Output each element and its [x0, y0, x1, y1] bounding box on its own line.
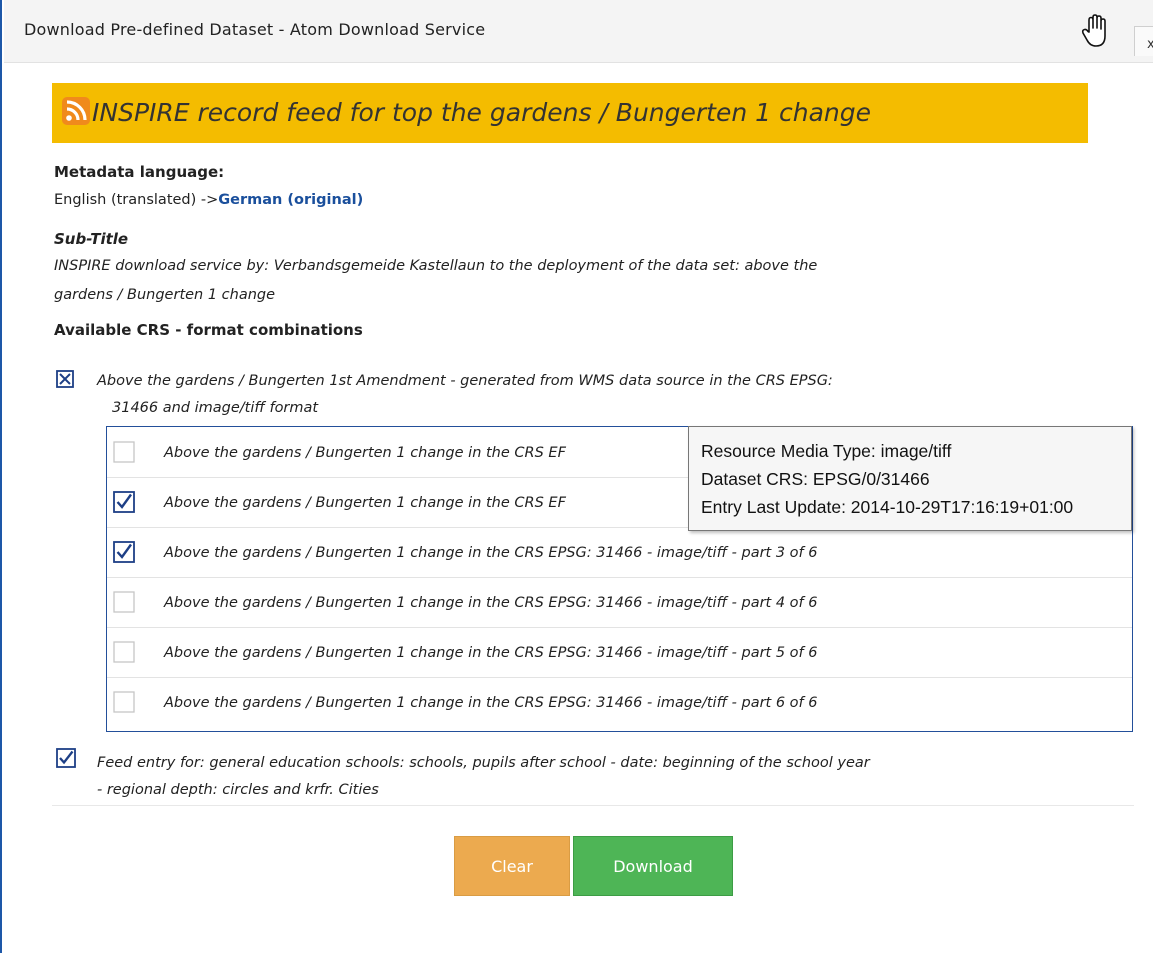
dialog-title: Download Pre-defined Dataset - Atom Down… — [24, 20, 486, 39]
part-label: Above the gardens / Bungerten 1 change i… — [164, 595, 818, 611]
checkbox-partial-icon[interactable] — [56, 370, 74, 388]
dialog-titlebar[interactable]: Download Pre-defined Dataset - Atom Down… — [4, 0, 1153, 63]
metadata-language-line: English (translated) ->German (original) — [54, 192, 363, 208]
part-row[interactable]: Above the gardens / Bungerten 1 change i… — [107, 627, 1132, 678]
close-label: x — [1147, 37, 1153, 52]
subtitle-text-line1: INSPIRE download service by: Verbandsgem… — [54, 258, 818, 274]
subtitle-label: Sub-Title — [54, 230, 129, 248]
checkbox-checked-icon[interactable] — [113, 491, 135, 513]
download-dialog: Download Pre-defined Dataset - Atom Down… — [0, 0, 1153, 953]
main-entry-line2: 31466 and image/tiff format — [112, 400, 319, 416]
part-label: Above the gardens / Bungerten 1 change i… — [164, 645, 818, 661]
part-row[interactable]: Above the gardens / Bungerten 1 change i… — [107, 577, 1132, 628]
second-entry-line2: - regional depth: circles and krfr. Citi… — [97, 782, 379, 798]
checkbox-unchecked-icon[interactable] — [113, 641, 135, 663]
checkbox-unchecked-icon[interactable] — [113, 441, 135, 463]
part-label: Above the gardens / Bungerten 1 change i… — [164, 445, 566, 461]
close-button[interactable]: x — [1134, 26, 1153, 56]
metadata-language-current: English (translated) -> — [54, 192, 219, 208]
part-label: Above the gardens / Bungerten 1 change i… — [164, 545, 818, 561]
part-label: Above the gardens / Bungerten 1 change i… — [164, 695, 818, 711]
rss-icon — [62, 97, 90, 125]
tooltip-dataset-crs: Dataset CRS: EPSG/0/31466 — [701, 469, 930, 489]
resource-tooltip: Resource Media Type: image/tiff Dataset … — [688, 426, 1132, 531]
part-row[interactable]: Above the gardens / Bungerten 1 change i… — [107, 677, 1132, 727]
checkbox-checked-icon[interactable] — [56, 748, 76, 768]
crs-format-label: Available CRS - format combinations — [54, 321, 363, 339]
checkbox-unchecked-icon[interactable] — [113, 591, 135, 613]
part-row[interactable]: Above the gardens / Bungerten 1 change i… — [107, 527, 1132, 578]
tooltip-media-type: Resource Media Type: image/tiff — [701, 441, 952, 461]
subtitle-text-line2: gardens / Bungerten 1 change — [54, 287, 276, 303]
second-entry-line1: Feed entry for: general education school… — [97, 755, 870, 771]
checkbox-checked-icon[interactable] — [113, 541, 135, 563]
download-button[interactable]: Download — [573, 836, 733, 896]
feed-header: INSPIRE record feed for top the gardens … — [52, 83, 1088, 143]
main-entry-line1: Above the gardens / Bungerten 1st Amendm… — [97, 373, 833, 389]
part-label: Above the gardens / Bungerten 1 change i… — [164, 495, 566, 511]
tooltip-last-update: Entry Last Update: 2014-10-29T17:16:19+0… — [701, 497, 1074, 517]
feed-title: INSPIRE record feed for top the gardens … — [92, 98, 871, 127]
hand-cursor-icon — [1081, 14, 1106, 47]
original-language-link[interactable]: German (original) — [218, 192, 363, 208]
divider — [52, 805, 1134, 806]
metadata-language-label: Metadata language: — [54, 163, 225, 181]
checkbox-unchecked-icon[interactable] — [113, 691, 135, 713]
clear-button[interactable]: Clear — [454, 836, 570, 896]
